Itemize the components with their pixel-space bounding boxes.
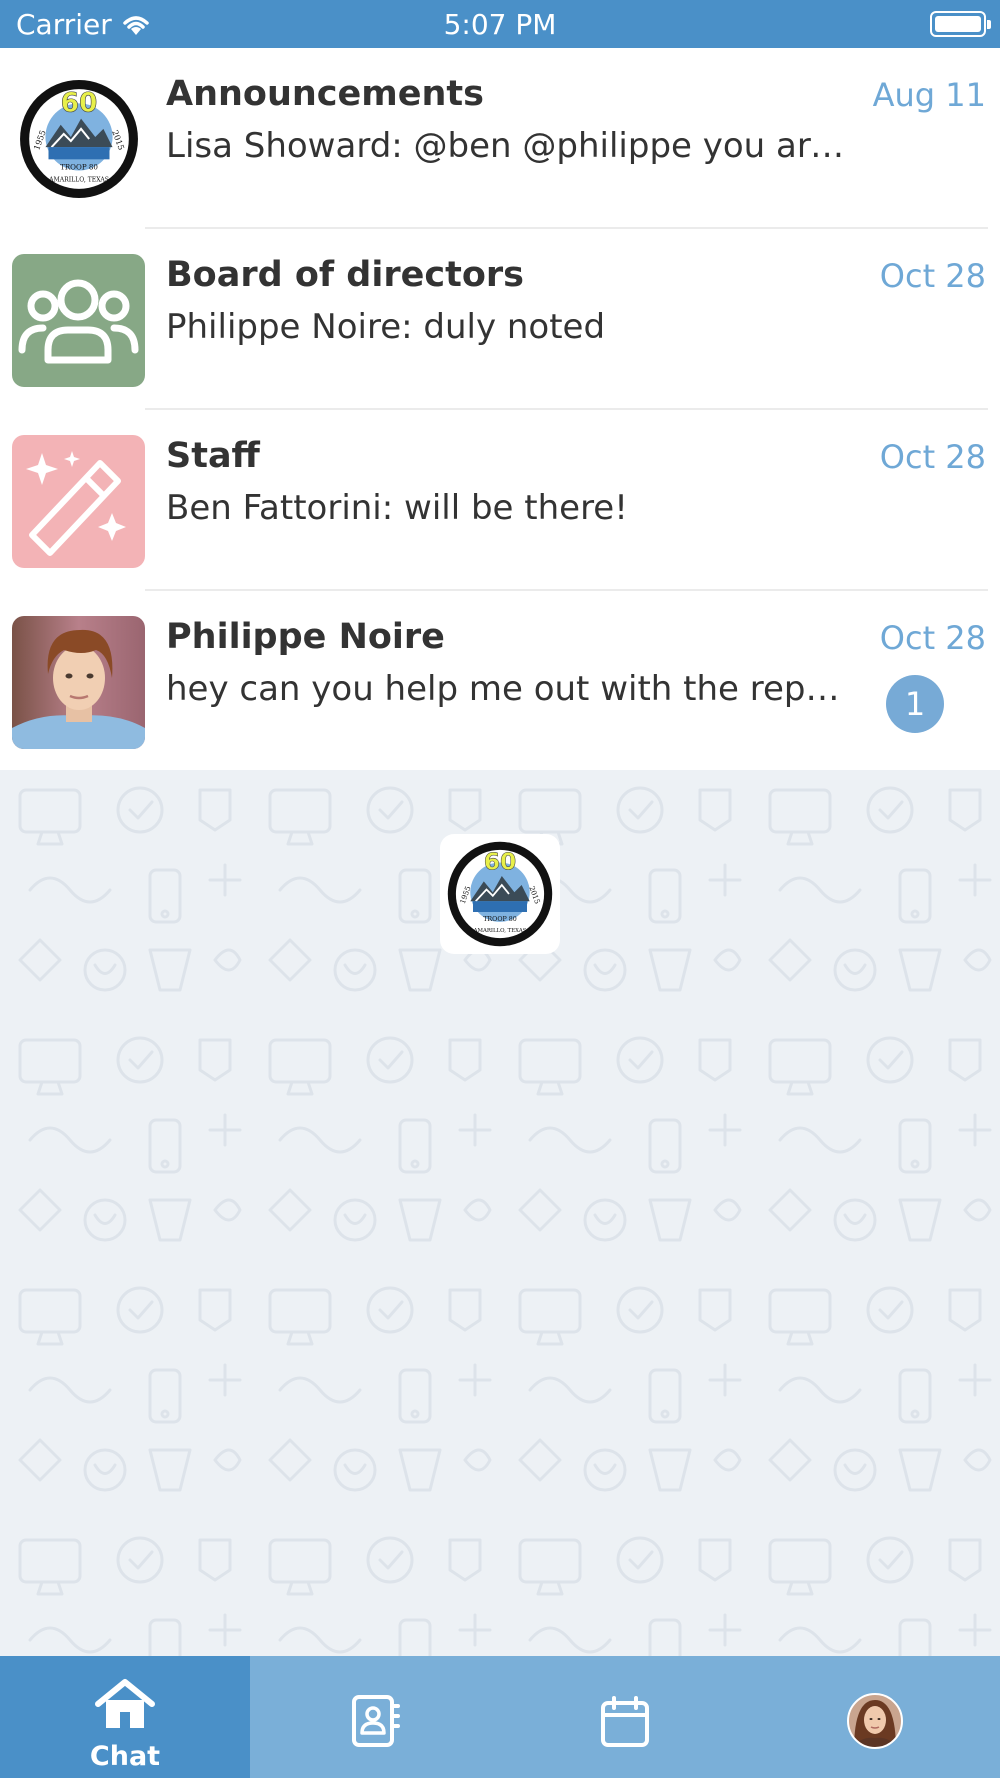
- group-icon: [18, 279, 139, 364]
- chat-title: Philippe Noire: [166, 617, 445, 657]
- svg-text:60: 60: [484, 848, 517, 876]
- troop-80-logo-center: 60 1955 2015 TROOP 80 AMARILLO, TEXAS: [440, 834, 560, 954]
- troop-80-logo-icon: 60 1955 2015 TROOP 80 AMARILLO, TEXAS: [20, 80, 138, 198]
- chat-background: 60 1955 2015 TROOP 80 AMARILLO, TEXAS: [0, 770, 1000, 1656]
- chat-title: Staff: [166, 436, 260, 476]
- tab-chat-label: Chat: [89, 1741, 161, 1772]
- chat-preview: hey can you help me out with the report …: [166, 669, 856, 709]
- svg-text:AMARILLO, TEXAS: AMARILLO, TEXAS: [48, 177, 109, 184]
- chat-row-staff[interactable]: Staff Ben Fattorini: will be there! Oct …: [0, 410, 1000, 591]
- chat-list: 60 1955 2015 TROOP 80 AMARILLO, TEXAS An…: [0, 48, 1000, 770]
- troop-80-logo-icon: 60 1955 2015 TROOP 80 AMARILLO, TEXAS: [447, 841, 553, 947]
- chat-preview: Ben Fattorini: will be there!: [166, 488, 628, 528]
- chat-row-board-of-directors[interactable]: Board of directors Philippe Noire: duly …: [0, 229, 1000, 410]
- tab-profile[interactable]: [750, 1656, 1000, 1778]
- contacts-icon: [352, 1695, 400, 1747]
- chat-date: Aug 11: [872, 76, 986, 114]
- tab-calendar[interactable]: [500, 1656, 750, 1778]
- chat-date: Oct 28: [879, 619, 986, 657]
- chat-preview: Philippe Noire: duly noted: [166, 307, 606, 347]
- svg-text:60: 60: [61, 88, 98, 119]
- troop-80-logo-avatar: 60 1955 2015 TROOP 80 AMARILLO, TEXAS: [18, 78, 140, 200]
- status-bar: Carrier 5:07 PM: [0, 0, 1000, 48]
- staff-avatar: [12, 435, 145, 568]
- magic-wand-icon: [26, 451, 126, 556]
- user-photo: [12, 616, 145, 749]
- chat-date: Oct 28: [879, 257, 986, 295]
- chat-preview: Lisa Showard: @ben @philippe you are req…: [166, 126, 856, 166]
- user-photo-avatar: [12, 616, 145, 749]
- chat-row-philippe-noire[interactable]: Philippe Noire hey can you help me out w…: [0, 591, 1000, 772]
- tab-contacts[interactable]: [250, 1656, 500, 1778]
- tab-chat[interactable]: Chat: [0, 1656, 250, 1778]
- chat-date: Oct 28: [879, 438, 986, 476]
- tab-bar: Chat: [0, 1656, 1000, 1778]
- svg-text:AMARILLO, TEXAS: AMARILLO, TEXAS: [473, 928, 527, 934]
- home-icon: [95, 1679, 155, 1728]
- svg-text:TROOP 80: TROOP 80: [483, 916, 517, 923]
- status-time: 5:07 PM: [443, 8, 557, 41]
- svg-text:TROOP 80: TROOP 80: [60, 163, 98, 172]
- calendar-icon: [601, 1696, 649, 1747]
- battery-icon: [930, 11, 991, 37]
- unread-badge: 1: [886, 675, 944, 733]
- chat-title: Board of directors: [166, 255, 524, 295]
- board-avatar: [12, 254, 145, 387]
- chat-title: Announcements: [166, 74, 484, 114]
- chat-row-announcements[interactable]: 60 1955 2015 TROOP 80 AMARILLO, TEXAS An…: [0, 48, 1000, 229]
- profile-avatar: [847, 1693, 903, 1749]
